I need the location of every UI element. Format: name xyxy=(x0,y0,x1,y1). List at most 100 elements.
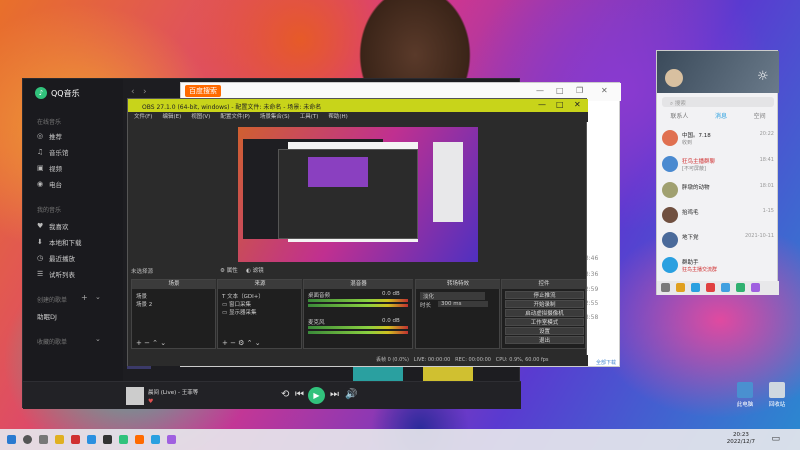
sidebar-item-local[interactable]: ⬇ 本地和下载 xyxy=(37,237,82,247)
sidebar-item-video[interactable]: ▣ 视频 xyxy=(37,163,62,173)
tab-messages[interactable]: 消息 xyxy=(715,111,727,123)
chat-item[interactable]: 群助手 狂鸟主播交流群 xyxy=(657,254,779,276)
virtual-camera-button[interactable]: 启动虚拟摄像机 xyxy=(505,309,584,317)
explorer-icon[interactable] xyxy=(55,435,64,444)
qq-music-logo: ♪ QQ音乐 xyxy=(35,87,80,99)
desktop-icon-recycle-bin[interactable]: 回收站 xyxy=(762,382,792,408)
chat-item[interactable]: 抬鸡毛 1-15 xyxy=(657,204,779,226)
transition-select[interactable]: 淡化 xyxy=(420,292,485,300)
notification-icon[interactable]: ▭ xyxy=(771,434,780,444)
app-icon[interactable] xyxy=(736,283,745,292)
tab-space[interactable]: 空间 xyxy=(754,111,766,123)
source-item[interactable]: ▭ 显示器采集 xyxy=(222,308,256,316)
next-icon[interactable]: ⏭ xyxy=(330,389,339,400)
tab-contacts[interactable]: 联系人 xyxy=(670,111,688,123)
qq-icon[interactable] xyxy=(151,435,160,444)
source-toolbar[interactable]: + − ⚙ ⌃ ⌄ xyxy=(222,339,261,347)
back-icon[interactable]: ‹ xyxy=(131,87,135,97)
section-online: 在线音乐 xyxy=(37,119,62,126)
download-all-link[interactable]: 全部下载 xyxy=(596,359,616,366)
obs-icon[interactable] xyxy=(103,435,112,444)
audio-meter xyxy=(308,326,408,329)
stop-streaming-button[interactable]: 停止推流 xyxy=(505,291,584,299)
start-recording-button[interactable]: 开始录制 xyxy=(505,300,584,308)
desktop-icon-this-pc[interactable]: 此电脑 xyxy=(730,382,760,408)
add-playlist-icon[interactable]: + xyxy=(81,293,88,302)
source-item[interactable]: T 文本（GDI+） xyxy=(222,292,264,300)
loop-icon[interactable]: ⟲ xyxy=(281,389,289,400)
menu-file[interactable]: 文件(F) xyxy=(134,112,152,122)
music-note-icon: ♫ xyxy=(37,147,44,156)
scene-toolbar[interactable]: + − ⌃ ⌄ xyxy=(136,339,166,347)
chat-item[interactable]: 胖墩的动物 18:01 xyxy=(657,179,779,201)
sidebar-item-recent[interactable]: ◷ 最近播放 xyxy=(37,253,75,263)
task-view-icon[interactable] xyxy=(39,435,48,444)
filters-button[interactable]: ◐ 滤镜 xyxy=(246,266,264,274)
avatar xyxy=(662,130,678,146)
menu-scene-collection[interactable]: 场景集合(S) xyxy=(260,112,290,122)
menu-icon[interactable] xyxy=(661,283,670,292)
app-icon[interactable] xyxy=(691,283,700,292)
scene-item[interactable]: 场景 2 xyxy=(136,300,152,308)
system-clock[interactable]: 20:23 2022/12/7 xyxy=(727,432,755,446)
search-input[interactable]: ⌕ 搜索 xyxy=(662,97,774,107)
preview-nested xyxy=(308,157,368,187)
search-icon[interactable] xyxy=(23,435,32,444)
properties-button[interactable]: ⚙ 属性 xyxy=(220,266,238,274)
list-item: 03:36 xyxy=(581,271,599,278)
menu-tools[interactable]: 工具(T) xyxy=(300,112,319,122)
menu-profile[interactable]: 配置文件(P) xyxy=(220,112,250,122)
minimize-icon[interactable]: — xyxy=(538,100,546,109)
list-item: 官 xyxy=(581,238,621,247)
scene-item[interactable]: 场景 xyxy=(136,292,147,300)
maximize-icon[interactable]: □ xyxy=(556,100,564,109)
menu-help[interactable]: 帮助(H) xyxy=(328,112,347,122)
sidebar-item-radio[interactable]: ◉ 电台 xyxy=(37,179,62,189)
list-item: 03:46 xyxy=(581,255,599,262)
duration-input[interactable]: 300 ms xyxy=(438,301,488,307)
source-item[interactable]: ▭ 窗口采集 xyxy=(222,300,251,308)
chevron-down-icon[interactable]: ⌄ xyxy=(95,293,101,301)
obs-preview[interactable] xyxy=(238,127,478,262)
playlist-item[interactable]: 助眠DJ xyxy=(37,311,57,321)
sidebar-item-liked[interactable]: ♥ 我喜欢 xyxy=(37,221,69,231)
app-icon[interactable] xyxy=(676,283,685,292)
menu-edit[interactable]: 编辑(E) xyxy=(162,112,181,122)
chat-item[interactable]: 狂鸟主播群聊 [不可屏蔽] 18:41 xyxy=(657,153,779,175)
browser-icon[interactable] xyxy=(135,435,144,444)
album-cover[interactable] xyxy=(126,387,144,405)
play-button[interactable]: ▶ xyxy=(308,387,325,404)
studio-mode-button[interactable]: 工作室模式 xyxy=(505,318,584,326)
app-icon[interactable] xyxy=(87,435,96,444)
scenes-dock: 场景 场景 场景 2 + − ⌃ ⌄ xyxy=(131,279,216,349)
sidebar-item-queue[interactable]: ☰ 试听列表 xyxy=(37,269,75,279)
qq-music-icon[interactable] xyxy=(119,435,128,444)
menu-view[interactable]: 视图(V) xyxy=(191,112,210,122)
avatar[interactable] xyxy=(665,69,683,87)
heart-icon[interactable]: ♥ xyxy=(148,398,153,405)
forward-icon[interactable]: › xyxy=(143,87,147,97)
obs-titlebar: OBS 27.1.0 (64-bit, windows) - 配置文件: 未命名… xyxy=(128,99,588,112)
restore-icon[interactable]: ❐ xyxy=(576,86,583,95)
close-icon[interactable]: ✕ xyxy=(574,100,581,109)
previous-icon[interactable]: ⏮ xyxy=(295,389,304,400)
chat-item[interactable]: 中国。7.18 收到 20:22 xyxy=(657,127,779,149)
app-icon[interactable] xyxy=(751,283,760,292)
chevron-down-icon[interactable]: ⌄ xyxy=(95,335,101,343)
section-mine: 我的音乐 xyxy=(37,207,62,214)
app-icon[interactable] xyxy=(721,283,730,292)
volume-icon[interactable]: 🔊 xyxy=(345,389,357,400)
sidebar-item-recommend[interactable]: ◎ 推荐 xyxy=(37,131,62,141)
app-icon[interactable] xyxy=(167,435,176,444)
chat-item[interactable]: 地下党 2021-10-11 xyxy=(657,229,779,251)
close-icon[interactable]: ✕ xyxy=(601,86,608,95)
windows-start-icon[interactable] xyxy=(7,435,16,444)
maximize-icon[interactable]: □ xyxy=(556,86,564,95)
exit-button[interactable]: 退出 xyxy=(505,336,584,344)
video-icon: ▣ xyxy=(37,163,44,172)
app-icon[interactable] xyxy=(706,283,715,292)
app-icon[interactable] xyxy=(71,435,80,444)
sidebar-item-music-hall[interactable]: ♫ 音乐馆 xyxy=(37,147,69,157)
settings-button[interactable]: 设置 xyxy=(505,327,584,335)
minimize-icon[interactable]: — xyxy=(536,86,544,95)
